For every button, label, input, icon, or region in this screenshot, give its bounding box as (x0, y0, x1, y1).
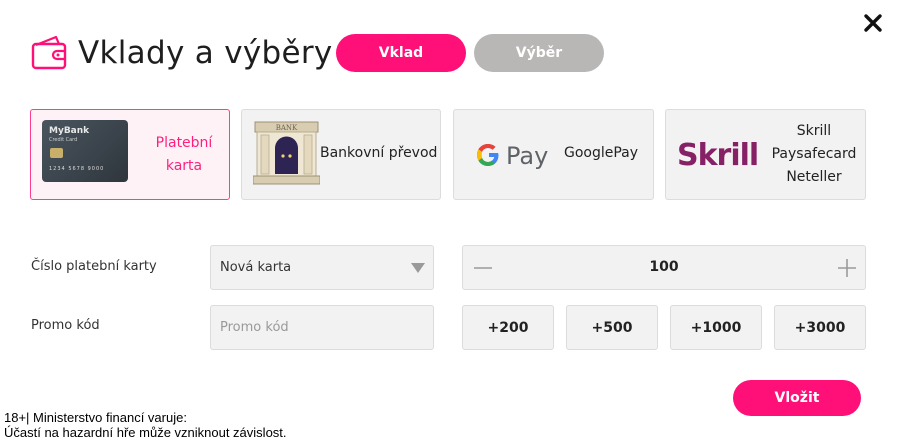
quick-amount-button[interactable]: +3000 (774, 305, 866, 350)
card-select[interactable]: Nová karta (210, 245, 434, 290)
submit-deposit-button[interactable]: Vložit (733, 380, 861, 416)
warning-line: Účastí na hazardní hře může vzniknout zá… (4, 425, 287, 440)
bank-sign: BANK (276, 124, 298, 132)
quick-amount-button[interactable]: +200 (462, 305, 554, 350)
skrill-logo-text: Skrill (677, 138, 758, 173)
card-brand: MyBank (49, 126, 90, 136)
card-chip (50, 148, 63, 158)
promo-input[interactable] (210, 305, 434, 350)
method-label-line: karta (165, 158, 203, 174)
card-subtitle: Credit Card (49, 137, 78, 143)
warning-line: 18+| Ministerstvo financí varuje: (4, 410, 187, 425)
skrill-logo: Skrill (677, 138, 759, 173)
page-title: Vklady a výběry (78, 35, 333, 71)
promo-label: Promo kód (31, 318, 100, 333)
method-payment-card[interactable]: MyBank Credit Card 1234 5678 9000 Plateb… (30, 109, 230, 200)
plus-icon[interactable] (837, 258, 857, 278)
method-label-line: Platební (155, 135, 213, 151)
card-number-label: Číslo platební karty (31, 259, 157, 274)
method-label: GooglePay (564, 145, 639, 161)
quick-amount-button[interactable]: +1000 (670, 305, 762, 350)
method-labels: Skrill Paysafecard Neteller (766, 120, 862, 189)
tab-withdraw[interactable]: Výběr (474, 34, 604, 72)
bank-building-icon: BANK (253, 121, 320, 185)
close-icon[interactable] (862, 12, 884, 34)
gpay-logo-text: Pay (506, 142, 548, 170)
method-label-line: Neteller (786, 169, 842, 185)
method-label-line: Paysafecard (771, 146, 857, 162)
card-number: 1234 5678 9000 (49, 166, 105, 172)
card-select-value: Nová karta (220, 260, 292, 275)
amount-stepper[interactable]: 100 (462, 245, 866, 290)
credit-card-image: MyBank Credit Card 1234 5678 9000 (42, 120, 128, 182)
quick-amount-button[interactable]: +500 (566, 305, 658, 350)
method-label: Platební karta (141, 132, 227, 178)
method-googlepay[interactable]: Pay GooglePay (453, 109, 654, 200)
method-bank-transfer[interactable]: BANK Bankovní převod (241, 109, 441, 200)
method-label-line: Skrill (796, 123, 832, 139)
minus-icon[interactable] (473, 258, 493, 278)
wallet-icon (31, 35, 67, 70)
chevron-down-icon (411, 263, 425, 273)
method-skrill[interactable]: Skrill Skrill Paysafecard Neteller (665, 109, 866, 200)
tab-deposit[interactable]: Vklad (336, 34, 466, 72)
google-pay-logo: Pay (477, 142, 548, 170)
amount-value[interactable]: 100 (503, 259, 825, 275)
modal-header: Vklady a výběry (30, 28, 333, 78)
method-label: Bankovní převod (320, 145, 438, 161)
gambling-warning: 18+| Ministerstvo financí varuje: Účastí… (4, 410, 287, 440)
